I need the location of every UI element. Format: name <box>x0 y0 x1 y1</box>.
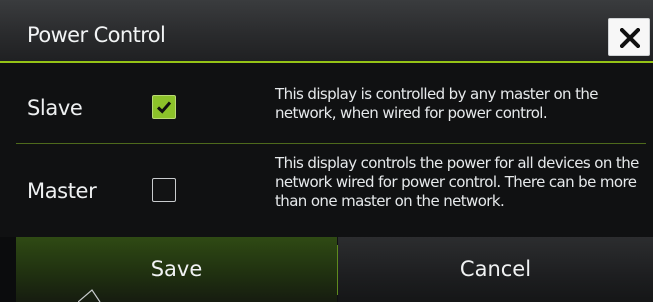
option-row-master[interactable]: Master This display controls the power f… <box>0 145 653 237</box>
button-bar-edge <box>0 237 16 302</box>
dialog-title: Power Control <box>27 23 166 47</box>
option-label-master: Master <box>27 179 97 203</box>
close-button[interactable] <box>608 18 650 56</box>
close-icon <box>620 28 640 48</box>
option-row-slave[interactable]: Slave This display is controlled by any … <box>0 63 653 143</box>
master-checkbox[interactable] <box>152 178 176 202</box>
cancel-button[interactable]: Cancel <box>338 237 653 302</box>
option-description-slave: This display is controlled by any master… <box>275 85 599 122</box>
checkmark-icon <box>156 101 172 114</box>
slave-checkbox[interactable] <box>152 95 176 119</box>
save-button[interactable]: Save <box>16 237 337 302</box>
option-description-master: This display controls the power for all … <box>275 154 639 210</box>
option-label-slave: Slave <box>27 96 83 120</box>
dialog-header: Power Control <box>0 0 653 62</box>
power-control-dialog: Power Control Slave This display is cont… <box>0 0 653 302</box>
pointer-notch-icon <box>78 289 101 302</box>
row-divider <box>16 143 646 144</box>
